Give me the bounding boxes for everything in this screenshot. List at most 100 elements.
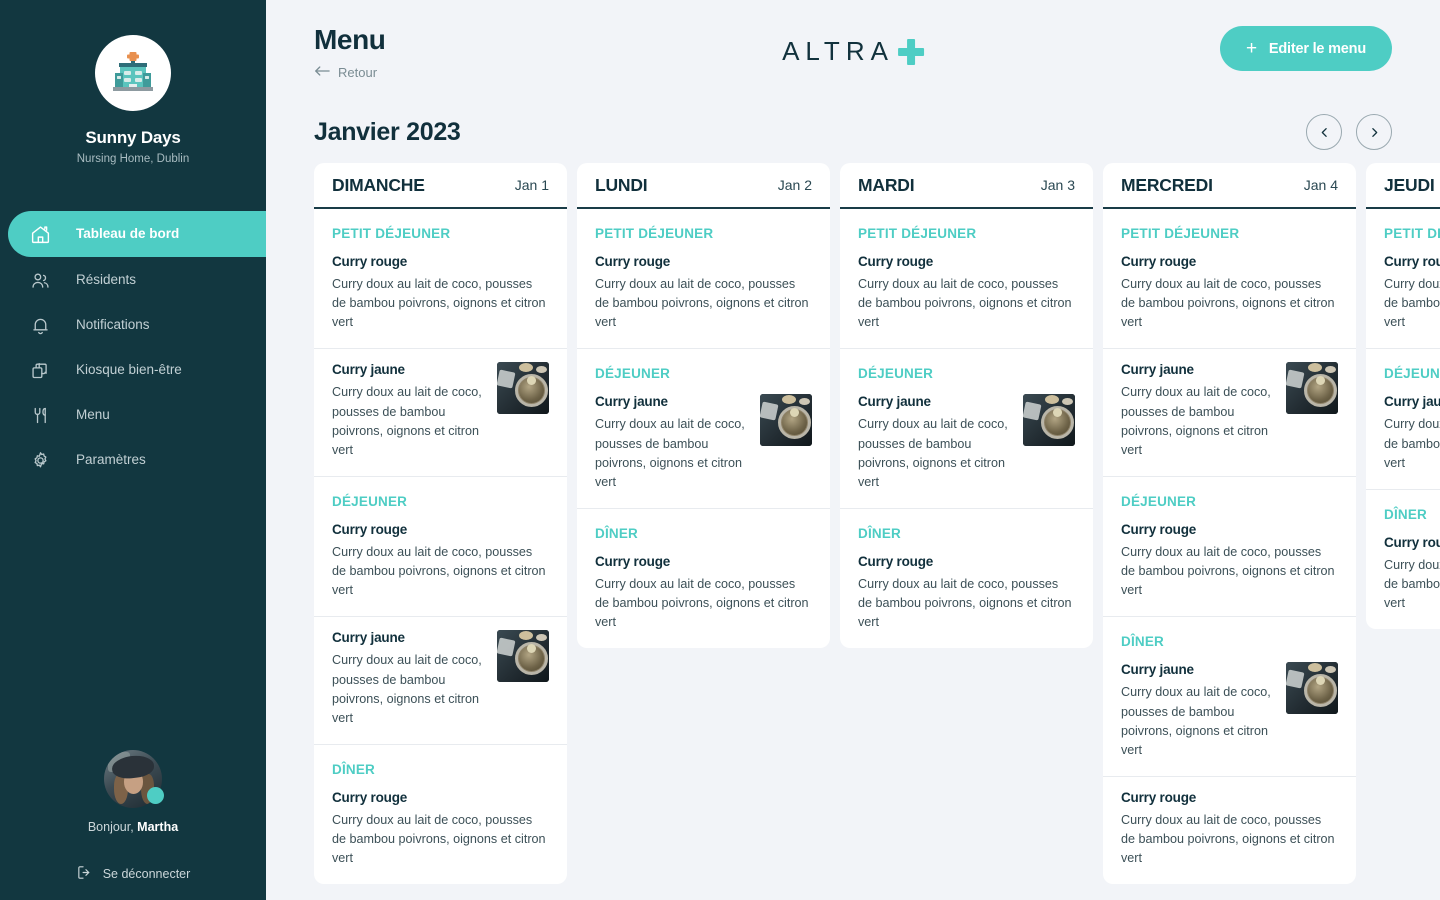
dish-thumbnail (760, 394, 812, 447)
meal-group-petit-dejeuner: PETIT DÉJEUNER Curry rouge Curry doux au… (577, 209, 830, 350)
dish-text: Curry rouge Curry doux au lait de coco, … (858, 254, 1075, 332)
sidebar-item-residents[interactable]: Résidents (0, 258, 266, 302)
dish-item[interactable]: Curry jaune Curry doux au lait de coco, … (1103, 649, 1356, 777)
meal-group-diner: DÎNER Curry rouge Curry doux au lait de … (1366, 490, 1440, 629)
sidebar-item-label: Notifications (76, 317, 150, 333)
sidebar-item-notifications[interactable]: Notifications (0, 303, 266, 347)
day-card-mardi: MARDI Jan 3 PETIT DÉJEUNER Curry rouge C… (840, 163, 1093, 649)
logout-button[interactable]: Se déconnecter (0, 864, 266, 884)
dish-name: Curry rouge (595, 553, 671, 569)
dish-description: Curry doux au lait de coco, pousses de b… (332, 385, 482, 457)
dish-name: Curry rouge (332, 521, 408, 537)
dish-item[interactable]: Curry rouge Curry doux au lait de coco, … (314, 509, 567, 618)
dish-name: Curry rouge (858, 254, 934, 269)
meal-group-dejeuner: DÉJEUNER Curry jaune Curry doux au lait … (1366, 349, 1440, 490)
meal-group-petit-dejeuner: PETIT DÉJEUNER Curry rouge Curry doux au… (1366, 209, 1440, 350)
day-card-lundi: LUNDI Jan 2 PETIT DÉJEUNER Curry rouge C… (577, 163, 830, 649)
sidebar-item-label: Menu (76, 407, 110, 423)
dish-text: Curry rouge Curry doux au lait de coco, … (1384, 254, 1440, 332)
meal-label: DÉJEUNER (595, 366, 671, 382)
org-name: Sunny Days (85, 128, 181, 147)
dish-name: Curry jaune (332, 630, 405, 646)
users-icon (30, 270, 56, 291)
dish-name: Curry rouge (858, 553, 934, 569)
dish-item[interactable]: Curry jaune Curry doux au lait de coco, … (1366, 381, 1440, 488)
dish-item[interactable]: Curry jaune Curry doux au lait de coco, … (314, 349, 567, 476)
meal-label: DÎNER (595, 525, 639, 541)
meal-label: PETIT DÉJEUNER (595, 226, 714, 241)
plus-icon: + (1245, 38, 1257, 59)
sidebar-item-label: Kiosque bien-être (76, 362, 182, 378)
dish-item[interactable]: Curry jaune Curry doux au lait de coco, … (840, 381, 1093, 508)
dish-name: Curry jaune (1384, 394, 1440, 410)
dish-item[interactable]: Curry jaune Curry doux au lait de coco, … (314, 617, 567, 744)
dish-item[interactable]: Curry rouge Curry doux au lait de coco, … (577, 541, 830, 648)
dish-description: Curry doux au lait de coco, pousses de b… (1121, 277, 1335, 330)
online-status-dot (147, 787, 164, 804)
next-month-button[interactable] (1356, 114, 1392, 150)
day-header: MERCREDI Jan 4 (1103, 163, 1356, 209)
avatar-wrapper[interactable] (104, 750, 164, 808)
day-card-jeudi: JEUDI PETIT DÉJEUNER Curry rouge Curry d… (1366, 163, 1440, 630)
dish-item[interactable]: Curry rouge Curry doux au lait de coco, … (1366, 241, 1440, 348)
dish-thumbnail (1286, 362, 1338, 415)
dish-item[interactable]: Curry rouge Curry doux au lait de coco, … (1103, 509, 1356, 616)
meal-group-dejeuner: DÉJEUNER Curry jaune Curry doux au lait … (577, 349, 830, 509)
edit-menu-label: Editer le menu (1268, 40, 1366, 57)
dish-description: Curry doux au lait de coco, pousses de b… (1384, 417, 1440, 470)
dish-item[interactable]: Curry rouge Curry doux au lait de coco, … (840, 241, 1093, 348)
day-name: MERCREDI (1121, 174, 1213, 195)
dish-name: Curry rouge (332, 789, 408, 805)
sidebar-item-menu[interactable]: Menu (0, 393, 266, 437)
sidebar-item-kiosque-bien-etre[interactable]: Kiosque bien-être (0, 348, 266, 392)
dish-name: Curry jaune (595, 394, 668, 410)
dish-name: Curry rouge (1121, 789, 1197, 805)
dish-description: Curry doux au lait de coco, pousses de b… (332, 812, 546, 866)
dish-text: Curry rouge Curry doux au lait de coco, … (1121, 790, 1338, 868)
dish-item[interactable]: Curry rouge Curry doux au lait de coco, … (1103, 777, 1356, 884)
dish-name: Curry rouge (1121, 254, 1197, 269)
dish-description: Curry doux au lait de coco, pousses de b… (332, 277, 546, 330)
cards-icon (30, 360, 56, 381)
dish-text: Curry rouge Curry doux au lait de coco, … (332, 522, 549, 600)
dish-description: Curry doux au lait de coco, pousses de b… (595, 417, 745, 489)
altra-logo: ALTRA (782, 36, 924, 67)
dish-item[interactable]: Curry rouge Curry doux au lait de coco, … (840, 541, 1093, 648)
dish-name: Curry rouge (1121, 521, 1197, 537)
month-title: Janvier 2023 (314, 117, 461, 146)
dish-text: Curry jaune Curry doux au lait de coco, … (858, 394, 1013, 492)
meal-group-dejeuner: DÉJEUNER Curry rouge Curry doux au lait … (314, 477, 567, 745)
dish-item[interactable]: Curry rouge Curry doux au lait de coco, … (577, 241, 830, 348)
dish-item[interactable]: Curry rouge Curry doux au lait de coco, … (314, 777, 567, 884)
dish-text: Curry jaune Curry doux au lait de coco, … (1121, 362, 1276, 460)
user-name: Martha (137, 820, 179, 834)
sidebar-item-tableau-de-bord[interactable]: Tableau de bord (8, 211, 266, 257)
main-content: Menu Retour ALTRA + Editer le menu Janvi… (266, 0, 1440, 900)
dish-item[interactable]: Curry rouge Curry doux au lait de coco, … (1103, 241, 1356, 350)
arrow-left-icon (314, 65, 330, 80)
dish-text: Curry rouge Curry doux au lait de coco, … (858, 554, 1075, 632)
sidebar-item-parametres[interactable]: Paramètres (0, 438, 266, 482)
prev-month-button[interactable] (1306, 114, 1342, 150)
dish-item[interactable]: Curry jaune Curry doux au lait de coco, … (1103, 349, 1356, 476)
back-link[interactable]: Retour (314, 65, 554, 80)
title-group: Menu Retour (314, 26, 554, 81)
meal-label: DÎNER (1384, 506, 1428, 522)
edit-menu-button[interactable]: + Editer le menu (1219, 26, 1392, 71)
day-date: Jan 2 (777, 177, 812, 193)
meal-group-diner: DÎNER Curry rouge Curry doux au lait de … (840, 509, 1093, 648)
meal-group-petit-dejeuner: PETIT DÉJEUNER Curry rouge Curry doux au… (1103, 209, 1356, 477)
logout-icon (76, 864, 93, 884)
meal-group-petit-dejeuner: PETIT DÉJEUNER Curry rouge Curry doux au… (840, 209, 1093, 350)
dish-item[interactable]: Curry jaune Curry doux au lait de coco, … (577, 381, 830, 508)
dish-item[interactable]: Curry rouge Curry doux au lait de coco, … (1366, 522, 1440, 629)
meal-label: PETIT DÉJEUNER (332, 226, 451, 241)
meal-label: PETIT DÉJEUNER (1121, 226, 1240, 241)
meal-group-diner: DÎNER Curry jaune Curry doux au lait de … (1103, 617, 1356, 884)
dish-description: Curry doux au lait de coco, pousses de b… (332, 544, 546, 598)
user-block: Bonjour, Martha Se déconnecter (0, 750, 266, 884)
dish-item[interactable]: Curry rouge Curry doux au lait de coco, … (314, 241, 567, 350)
dish-text: Curry jaune Curry doux au lait de coco, … (332, 362, 487, 460)
dish-name: Curry jaune (1121, 362, 1194, 378)
meal-group-diner: DÎNER Curry rouge Curry doux au lait de … (577, 509, 830, 648)
